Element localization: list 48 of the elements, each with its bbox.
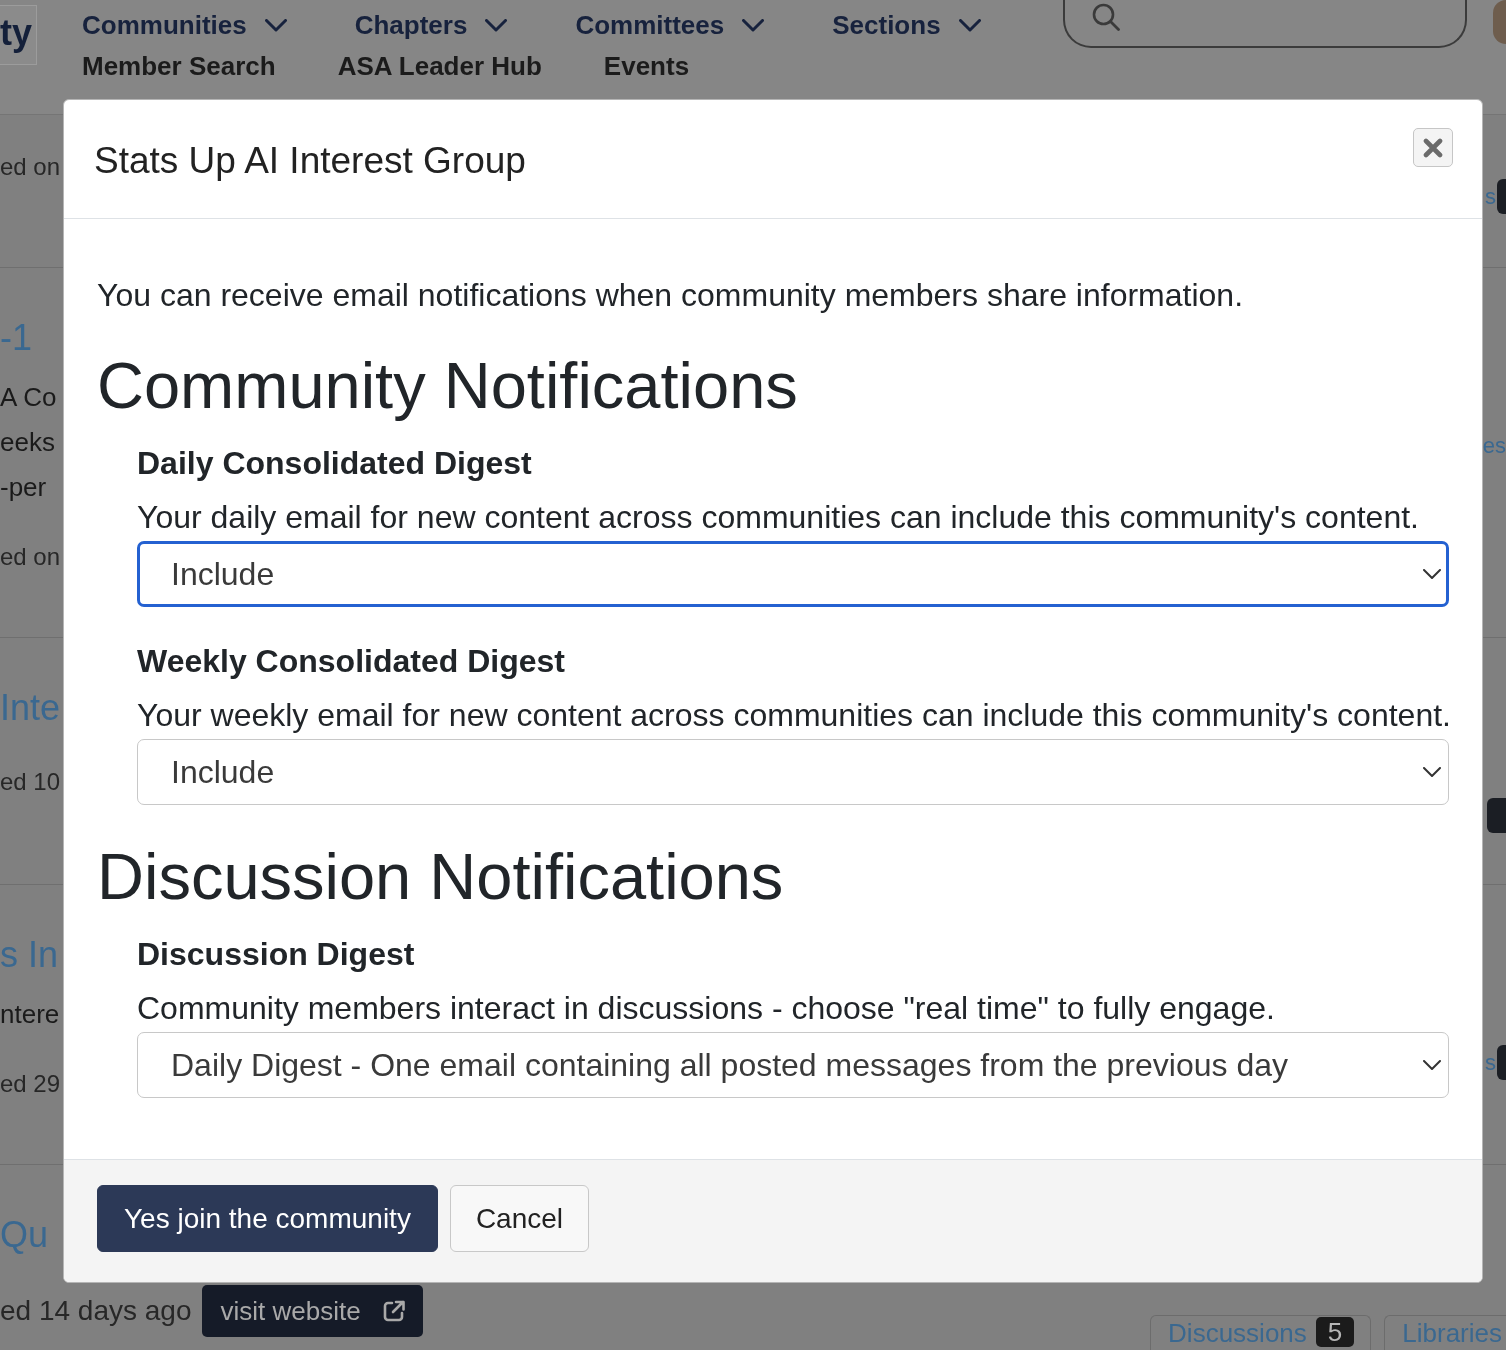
setting-label: Daily Consolidated Digest	[137, 444, 533, 483]
listing-text: ntere	[0, 998, 60, 1031]
close-icon	[1423, 137, 1443, 158]
join-button[interactable]: Yes join the community	[97, 1185, 438, 1252]
setting-description: Your daily email for new content across communities can include this community's content.	[137, 498, 1420, 537]
external-link-icon	[382, 1300, 405, 1322]
nav-menu-link[interactable]: Sections	[832, 0, 981, 50]
listing-meta: ed on	[0, 542, 61, 572]
listing-text: -per	[0, 471, 48, 504]
search-icon	[1092, 3, 1120, 31]
nav-menu-link[interactable]: Committees	[575, 0, 765, 50]
avatar-placeholder[interactable]	[1493, 0, 1506, 44]
listing-text: eeks	[0, 426, 56, 459]
dropdown-select[interactable]: Include	[137, 739, 1449, 805]
count-badge: 5	[1315, 1317, 1355, 1347]
chevron-down-icon	[485, 18, 508, 32]
site-logo[interactable]: ty	[0, 5, 37, 65]
nav-link[interactable]: Member Search	[82, 50, 276, 82]
search-field[interactable]	[1063, 0, 1467, 48]
setting-label: Weekly Consolidated Digest	[137, 642, 566, 681]
listing-meta: ed 14 days ago	[0, 1294, 192, 1328]
intro-text: You can receive email notifications when community members share information.	[97, 276, 1244, 315]
setting-description: Your weekly email for new content across communities can include this community's content.	[137, 696, 1449, 735]
cancel-button[interactable]: Cancel	[449, 1185, 590, 1252]
dropdown-select[interactable]: Include	[137, 541, 1449, 607]
chevron-down-icon	[1423, 767, 1441, 777]
setting-description: Community members interact in discussions - choose "real time" to fully engage.	[137, 989, 1276, 1028]
section-heading: Discussion Notifications	[97, 839, 785, 914]
dialog-title: Stats Up AI Interest Group	[94, 139, 526, 182]
nav-menu-link[interactable]: Communities	[82, 0, 287, 50]
chevron-down-icon	[742, 18, 765, 32]
nav-menu-link[interactable]: Chapters	[354, 0, 508, 50]
chevron-down-icon	[1423, 569, 1441, 579]
setting-label: Discussion Digest	[137, 935, 416, 974]
listing-meta: ed on	[0, 152, 61, 182]
listing-text: A Co	[0, 381, 57, 414]
chevron-down-icon	[264, 18, 287, 32]
visit-website-button[interactable]: visit website	[201, 1285, 423, 1337]
chevron-down-icon	[958, 18, 981, 32]
section-heading: Community Notifications	[97, 348, 799, 423]
listing-meta: ed 10	[0, 767, 61, 797]
close-button[interactable]	[1413, 128, 1453, 167]
nav-link[interactable]: ASA Leader Hub	[337, 50, 542, 82]
section-tab[interactable]: Discussions 5	[1150, 1315, 1372, 1350]
nav-link[interactable]: Events	[603, 50, 690, 82]
listing-meta: ed 29	[0, 1069, 61, 1099]
dropdown-select[interactable]: Daily Digest - One email containing all posted messages from the previous day	[137, 1032, 1449, 1098]
chevron-down-icon	[1423, 1060, 1441, 1070]
